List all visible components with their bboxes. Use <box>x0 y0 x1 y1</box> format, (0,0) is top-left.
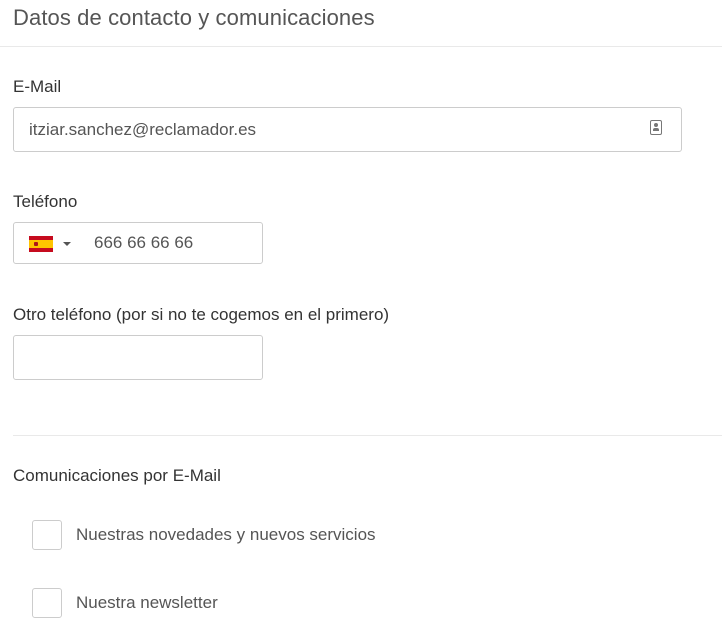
email-label: E-Mail <box>13 77 62 96</box>
other-phone-label: Otro teléfono (por si no te cogemos en e… <box>13 305 390 324</box>
other-phone-field[interactable] <box>13 335 263 380</box>
communications-divider <box>13 435 722 436</box>
novedades-label[interactable]: Nuestras novedades y nuevos servicios <box>76 525 376 545</box>
section-title: Datos de contacto y comunicaciones <box>13 5 375 30</box>
phone-field: 666 66 66 66 <box>13 222 263 264</box>
newsletter-label[interactable]: Nuestra newsletter <box>76 593 218 613</box>
contact-card-icon[interactable] <box>650 120 662 135</box>
country-selector[interactable] <box>14 223 82 263</box>
section-divider <box>0 46 722 47</box>
newsletter-checkbox[interactable] <box>32 588 62 618</box>
caret-down-icon <box>63 242 71 246</box>
phone-input[interactable]: 666 66 66 66 <box>94 223 193 263</box>
spain-flag-icon <box>29 236 53 252</box>
novedades-checkbox[interactable] <box>32 520 62 550</box>
communications-title: Comunicaciones por E-Mail <box>13 466 221 485</box>
email-field[interactable] <box>13 107 682 152</box>
phone-label: Teléfono <box>13 192 78 211</box>
